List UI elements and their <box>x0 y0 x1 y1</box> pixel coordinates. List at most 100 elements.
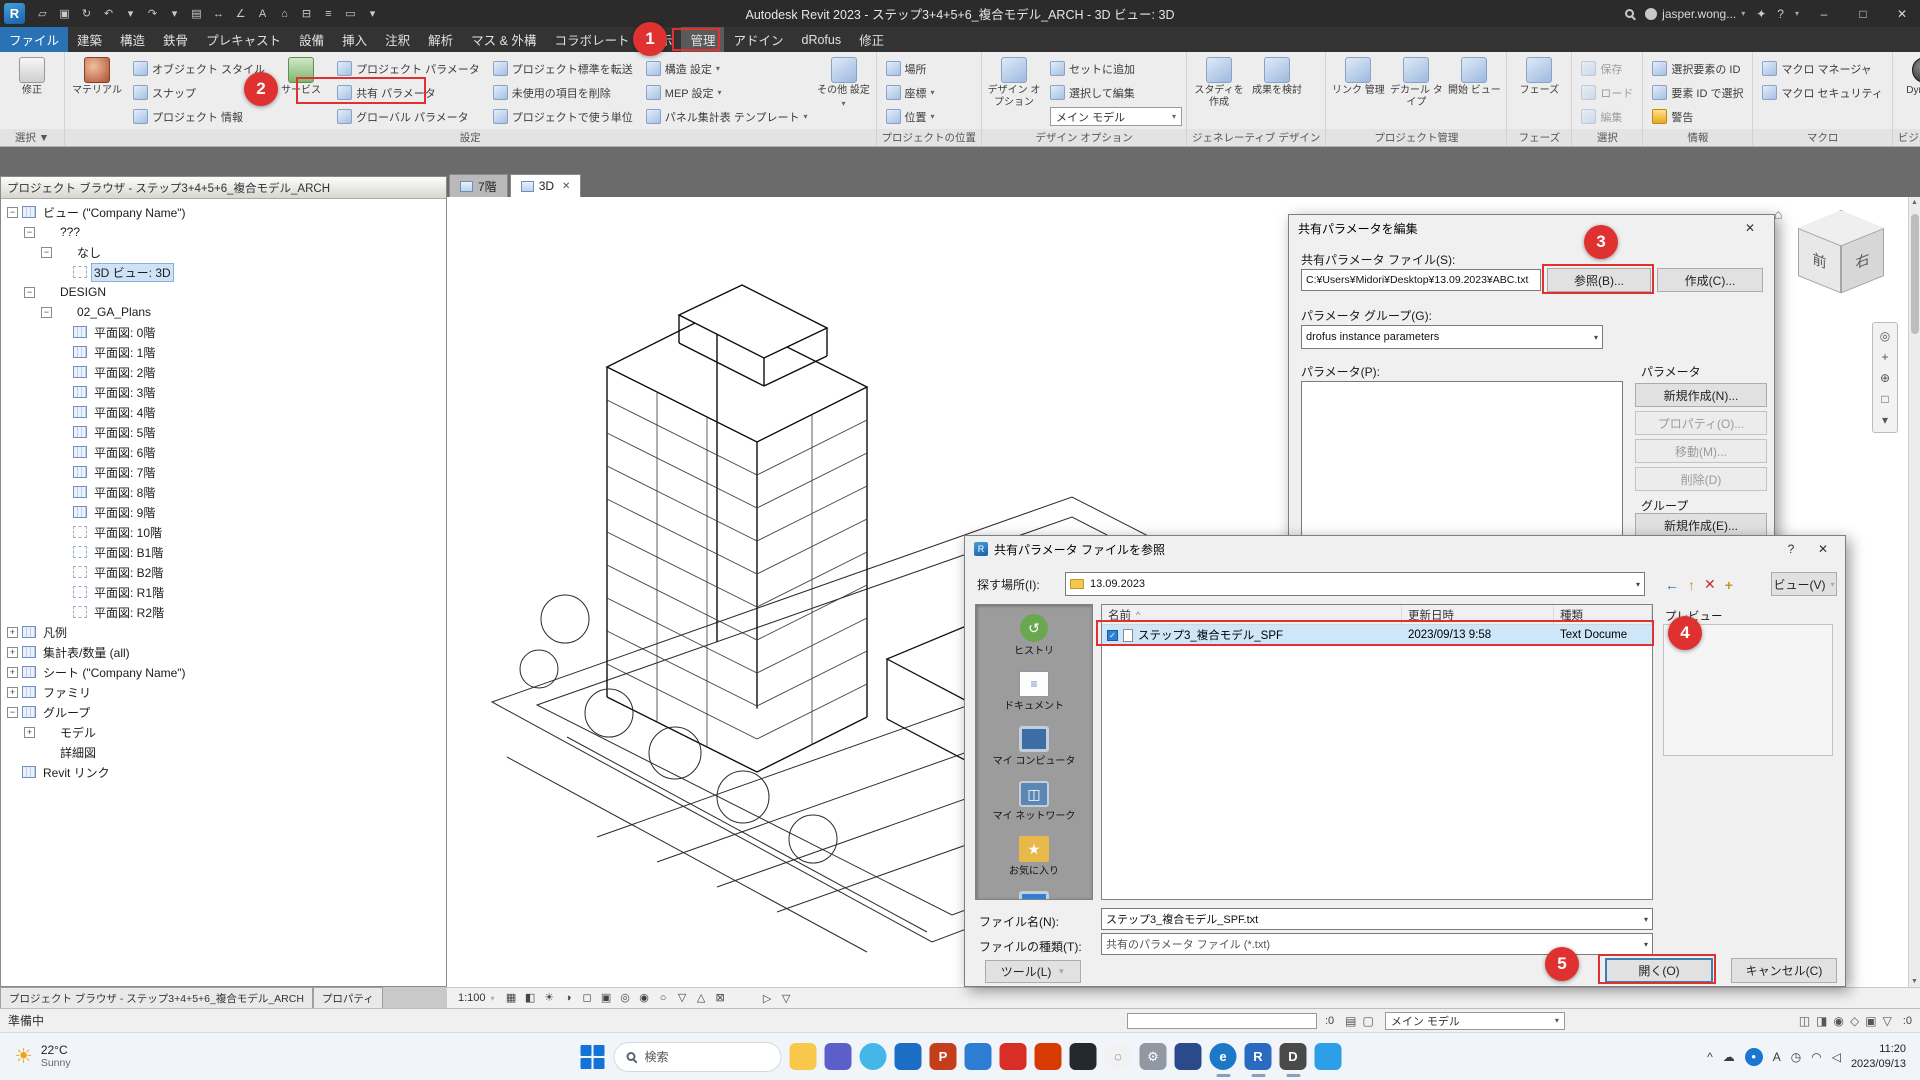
ribbon-button[interactable]: デカール タイプ <box>1388 55 1444 108</box>
browser-tree-item[interactable]: +ファミリ <box>1 682 446 702</box>
wifi-icon[interactable]: ◠ <box>1811 1050 1821 1064</box>
view-tab-3D[interactable]: 3D✕ <box>510 174 582 197</box>
browser-tree-item[interactable]: 平面図: 5階 <box>1 422 446 442</box>
ribbon-tab-プレキャスト[interactable]: プレキャスト <box>197 27 290 52</box>
ribbon-button[interactable]: 保存 <box>1576 57 1638 80</box>
new-folder-icon[interactable]: + <box>1725 577 1733 593</box>
customize-qat-icon[interactable]: ▾ <box>362 3 383 24</box>
browser-tree-item[interactable]: +シート ("Company Name") <box>1 662 446 682</box>
exclude-options-icon[interactable]: ◇ <box>1850 1014 1859 1028</box>
press-drag-icon[interactable]: ▣ <box>1865 1014 1876 1028</box>
default-3d-view-icon[interactable]: ⌂ <box>274 3 295 24</box>
taskbar-clock[interactable]: 11:20 2023/09/13 <box>1851 1042 1906 1071</box>
ime-mode[interactable]: A <box>1773 1050 1781 1064</box>
ribbon-button[interactable]: デザイン オプション <box>986 55 1042 108</box>
redo-menu-icon[interactable]: ▾ <box>164 3 185 24</box>
maximize-button[interactable]: □ <box>1849 7 1877 21</box>
mic-icon[interactable]: ● <box>1745 1048 1763 1066</box>
collapse-icon[interactable]: − <box>41 247 52 258</box>
minimize-button[interactable]: – <box>1810 7 1838 21</box>
ribbon-button[interactable]: スタディを作成 <box>1191 55 1247 108</box>
browser-tree-item[interactable]: 平面図: 6階 <box>1 442 446 462</box>
switch-windows-icon[interactable]: ▭ <box>340 3 361 24</box>
help-icon[interactable]: ? <box>1778 542 1804 556</box>
close-view-icon[interactable]: ✕ <box>562 181 570 192</box>
scroll-up-icon[interactable]: ▲ <box>1911 197 1918 208</box>
browser-tree-item[interactable]: 平面図: 3階 <box>1 382 446 402</box>
project-browser-header[interactable]: プロジェクト ブラウザ - ステップ3+4+5+6_複合モデル_ARCH <box>1 177 446 199</box>
volume-icon[interactable]: ◁ <box>1832 1050 1841 1064</box>
cancel-button[interactable]: キャンセル(C) <box>1731 958 1837 983</box>
print-icon[interactable]: ▤ <box>186 3 207 24</box>
delete-button[interactable]: 削除(D) <box>1635 467 1767 491</box>
browser-tree-item[interactable]: 詳細図 <box>1 742 446 762</box>
selection-arrow-icon[interactable]: ▷ <box>758 990 777 1007</box>
taskbar-app-teams[interactable] <box>825 1043 852 1070</box>
detail-level-icon[interactable]: ▦ <box>502 989 521 1006</box>
back-icon[interactable]: ← <box>1665 577 1679 593</box>
ribbon-button[interactable]: 開始 ビュー <box>1446 55 1502 108</box>
active-design-option-select[interactable]: メイン モデル▾ <box>1050 107 1182 126</box>
ribbon-button[interactable]: 位置▾ <box>881 105 940 128</box>
ribbon-button[interactable]: MEP 設定▾ <box>641 81 813 104</box>
ribbon-tab-挿入[interactable]: 挿入 <box>333 27 376 52</box>
ribbon-button[interactable]: セットに追加 <box>1045 57 1182 80</box>
text-icon[interactable]: A <box>252 3 273 24</box>
constraints-icon[interactable]: ⊠ <box>711 989 730 1006</box>
expand-icon[interactable]: + <box>7 627 18 638</box>
browser-tree-item[interactable]: 平面図: R2階 <box>1 602 446 622</box>
search-icon[interactable] <box>1625 9 1634 18</box>
links-icon[interactable]: ◨ <box>1816 1014 1827 1028</box>
full-navigation-wheel-icon[interactable]: ◎ <box>1875 326 1895 345</box>
expand-icon[interactable]: + <box>7 687 18 698</box>
temporary-view-properties-icon[interactable]: ▽ <box>673 989 692 1006</box>
new-group-button[interactable]: 新規作成(E)... <box>1635 513 1767 537</box>
sync-icon[interactable]: ↻ <box>76 3 97 24</box>
browser-tree-item[interactable]: −ビュー ("Company Name") <box>1 202 446 222</box>
aligned-dimension-icon[interactable]: ∠ <box>230 3 251 24</box>
tab-project-browser[interactable]: プロジェクト ブラウザ - ステップ3+4+5+6_複合モデル_ARCH <box>0 987 313 1008</box>
scroll-down-icon[interactable]: ▼ <box>1911 976 1918 987</box>
collapse-icon[interactable]: − <box>7 207 18 218</box>
taskbar-app-acrobat[interactable] <box>1000 1043 1027 1070</box>
place-documents[interactable]: ≡ドキュメント <box>976 662 1092 717</box>
collapse-icon[interactable]: − <box>24 227 35 238</box>
section-icon[interactable]: ⊟ <box>296 3 317 24</box>
undo-menu-icon[interactable]: ▾ <box>120 3 141 24</box>
pin-icon[interactable]: ◉ <box>1834 1014 1844 1028</box>
shadows-icon[interactable]: ◑ <box>559 990 578 1007</box>
collapse-icon[interactable]: − <box>24 287 35 298</box>
browser-tree-item[interactable]: −02_GA_Plans <box>1 302 446 322</box>
crop-region-icon[interactable]: ▣ <box>597 989 616 1006</box>
ribbon-button[interactable]: フェーズ <box>1511 55 1567 97</box>
start-button[interactable] <box>579 1043 606 1070</box>
collapse-icon[interactable]: − <box>41 307 52 318</box>
ribbon-button[interactable]: パネル集計表 テンプレート▾ <box>641 105 813 128</box>
browser-tree-item[interactable]: 平面図: 8階 <box>1 482 446 502</box>
look-in-select[interactable]: 13.09.2023 ▾ <box>1065 572 1645 596</box>
taskbar-app-skype[interactable] <box>860 1043 887 1070</box>
ribbon-tab-設備[interactable]: 設備 <box>290 27 333 52</box>
taskbar-app-chatgpt[interactable]: ◌ <box>1105 1043 1132 1070</box>
ribbon-button[interactable]: マテリアル <box>69 55 125 97</box>
shared-param-file-input[interactable]: C:¥Users¥Midori¥Desktop¥13.09.2023¥ABC.t… <box>1301 269 1541 291</box>
expand-icon[interactable]: + <box>7 647 18 658</box>
views-menu-button[interactable]: ビュー(V) ▾ <box>1771 572 1837 596</box>
taskbar-app-revit[interactable]: R <box>1245 1043 1272 1070</box>
home-icon[interactable]: ⌂ <box>1774 206 1782 222</box>
viewcube[interactable]: ⌂ 前 右 <box>1790 210 1894 314</box>
place-my-network[interactable]: ◫マイ ネットワーク <box>976 772 1092 827</box>
ribbon-button[interactable]: 場所 <box>881 57 940 80</box>
editable-only-icon[interactable]: ▢ <box>1362 1014 1373 1028</box>
collapse-icon[interactable]: − <box>7 707 18 718</box>
ribbon-button[interactable]: 選択要素の ID <box>1647 57 1748 80</box>
move-button[interactable]: 移動(M)... <box>1635 439 1767 463</box>
ribbon-button[interactable]: 構造 設定▾ <box>641 57 813 80</box>
place-my-computer[interactable]: マイ コンピュータ <box>976 717 1092 772</box>
ribbon-button[interactable]: Dynamo <box>1897 55 1920 108</box>
ribbon-button[interactable]: グローバル パラメータ <box>332 105 485 128</box>
ribbon-tab-dRofus[interactable]: dRofus <box>793 27 851 52</box>
browser-tree-item[interactable]: +モデル <box>1 722 446 742</box>
browser-tree-item[interactable]: 平面図: 1階 <box>1 342 446 362</box>
filter-small-icon[interactable]: ▽ <box>777 990 796 1007</box>
